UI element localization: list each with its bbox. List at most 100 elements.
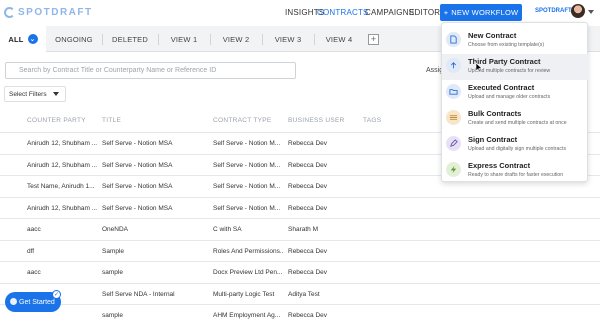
new-workflow-button[interactable]: + NEW WORKFLOW <box>440 4 522 21</box>
bolt-icon <box>446 162 461 177</box>
cell-title: Sample <box>102 247 125 255</box>
tab-ongoing[interactable]: ONGOING <box>46 26 102 52</box>
new-workflow-menu: New Contract Choose from existing templat… <box>441 22 589 184</box>
table-row[interactable]: dff Sample Roles And Permissions... Rebecca… <box>0 241 600 262</box>
column-header-business-user[interactable]: BUSINESS USER <box>288 117 358 124</box>
stack-icon <box>446 110 461 125</box>
column-header-title[interactable]: TITLE <box>102 117 210 124</box>
cell-contract-type: Self Serve - Notion M... <box>213 161 281 169</box>
logo[interactable]: SPOTDRAFT <box>4 7 93 18</box>
mouse-cursor-icon <box>475 62 483 73</box>
select-filters-dropdown[interactable]: Select Filters <box>4 86 66 102</box>
column-header-counter-party[interactable]: COUNTER PARTY <box>27 117 97 124</box>
logo-icon <box>4 7 15 18</box>
nav-editor[interactable]: EDITOR <box>409 8 440 17</box>
menu-item-subtitle: Create and send multiple contracts at on… <box>468 120 567 126</box>
nav-campaigns[interactable]: CAMPAIGNS <box>365 8 414 17</box>
search-placeholder: Search by Contract Title or Counterparty… <box>19 67 217 74</box>
cell-business-user: Rebecca Dev <box>288 183 328 190</box>
column-header-tags[interactable]: TAGS <box>363 117 423 124</box>
cell-contract-type: C with SA <box>213 226 242 233</box>
caret-down-icon <box>52 92 59 96</box>
tab-view-4[interactable]: VIEW 4 <box>314 26 364 52</box>
menu-item-subtitle: Choose from existing template(s) <box>468 42 545 48</box>
table-row[interactable]: sample AHM Employment Ag... Rebecca Dev <box>0 305 600 323</box>
menu-item-title: Executed Contract <box>468 83 535 92</box>
get-started-label: Get Started <box>19 298 55 306</box>
cell-business-user: Rebecca Dev <box>288 247 328 255</box>
cell-business-user: Rebecca Dev <box>288 140 328 147</box>
select-filters-label: Select Filters <box>9 90 47 98</box>
org-logo: SPOTDRAFT <box>535 8 572 14</box>
menu-item-title: Express Contract <box>468 161 531 170</box>
cell-title: sample <box>102 269 123 276</box>
tab-deleted-label: DELETED <box>112 34 148 44</box>
menu-item-bulk-contracts[interactable]: Bulk Contracts Create and send multiple c… <box>442 106 589 132</box>
menu-item-subtitle: Ready to share drafts for faster executi… <box>468 172 564 178</box>
tab-all[interactable]: ALL ⌄ <box>0 26 46 52</box>
cell-counter-party: aacc <box>27 269 41 276</box>
cell-business-user: Rebecca Dev <box>288 204 328 212</box>
pen-icon <box>446 136 461 151</box>
plus-icon: + <box>443 8 449 17</box>
cell-title: OneNDA <box>102 226 129 233</box>
tab-view-1[interactable]: VIEW 1 <box>158 26 210 52</box>
menu-item-third-party-contract[interactable]: Third Party Contract Upload multiple cont… <box>442 54 589 80</box>
cell-title: Self Serve - Notion MSA <box>102 140 173 147</box>
cell-business-user: Aditya Test <box>288 290 320 298</box>
cell-counter-party: Anirudh 12, Shubham ... <box>27 204 97 212</box>
menu-item-title: Sign Contract <box>468 135 518 144</box>
cell-counter-party: dff <box>27 247 35 255</box>
tab-view-2-label: VIEW 2 <box>222 34 250 44</box>
cell-title: Self Serve - Notion MSA <box>102 183 173 190</box>
table-row[interactable]: Anirudh 12, Shubham ... Self Serve - Noti… <box>0 198 600 219</box>
cell-contract-type: Docx Preview Ltd Pen... <box>213 269 283 276</box>
menu-item-executed-contract[interactable]: Executed Contract Upload and manage older… <box>442 80 589 106</box>
menu-item-new-contract[interactable]: New Contract Choose from existing templat… <box>442 28 589 54</box>
cell-counter-party: aacc <box>27 226 41 233</box>
cell-counter-party: Anirudh 12, Shubham ... <box>27 161 97 169</box>
tab-ongoing-label: ONGOING <box>55 34 93 44</box>
table-row[interactable]: aaaSelf Serve NDA - InternalMulti-party … <box>0 284 600 305</box>
tab-view-4-label: VIEW 4 <box>325 34 353 44</box>
folder-icon <box>446 84 461 99</box>
new-workflow-label: NEW WORKFLOW <box>451 8 519 17</box>
tab-view-1-label: VIEW 1 <box>170 34 198 44</box>
cell-contract-type: Self Serve - Notion M... <box>213 204 281 212</box>
cell-title: Self Serve - Notion MSA <box>102 161 173 169</box>
cell-contract-type: Roles And Permissions... <box>213 247 283 255</box>
table-row[interactable]: aacc OneNDA C with SA Sharath M <box>0 219 600 241</box>
upload-icon <box>446 58 461 73</box>
tab-view-2[interactable]: VIEW 2 <box>210 26 262 52</box>
avatar[interactable] <box>571 4 585 18</box>
document-icon <box>446 32 461 47</box>
menu-item-sign-contract[interactable]: Sign Contract Upload and digitally sign m… <box>442 132 589 158</box>
chevron-down-icon[interactable]: ⌄ <box>27 34 38 44</box>
cell-business-user: Sharath M <box>288 226 318 233</box>
cell-counter-party: Test Name, Anirudh 1... <box>27 183 95 190</box>
chevron-down-icon[interactable] <box>588 10 594 14</box>
menu-item-express-contract[interactable]: Express Contract Ready to share drafts fo… <box>442 158 589 184</box>
cell-contract-type: AHM Employment Ag... <box>213 312 281 319</box>
tab-deleted[interactable]: DELETED <box>102 26 158 52</box>
menu-item-title: Bulk Contracts <box>468 109 522 118</box>
cell-business-user: Rebecca Dev <box>288 269 328 276</box>
cell-counter-party: Anirudh 12, Shubham ... <box>27 140 97 147</box>
menu-item-subtitle: Upload and digitally sign multiple contr… <box>468 146 567 152</box>
cell-title: Self Serve NDA - Internal <box>102 290 175 298</box>
column-header-contract-type[interactable]: CONTRACT TYPE <box>213 117 283 124</box>
add-view-button[interactable]: + <box>368 34 379 45</box>
table-row[interactable]: aacc sample Docx Preview Ltd Pen... Rebecca… <box>0 262 600 284</box>
tab-view-3[interactable]: VIEW 3 <box>262 26 314 52</box>
cell-business-user: Rebecca Dev <box>288 161 328 169</box>
tab-all-label: ALL <box>8 34 24 44</box>
menu-item-title: New Contract <box>468 31 517 40</box>
cell-title: sample <box>102 312 123 319</box>
cell-contract-type: Self Serve - Notion M... <box>213 183 281 190</box>
help-icon <box>10 298 17 305</box>
cell-business-user: Rebecca Dev <box>288 312 328 319</box>
menu-item-subtitle: Upload and manage older contracts <box>468 94 551 100</box>
nav-contracts[interactable]: CONTRACTS <box>317 8 369 17</box>
search-input[interactable]: Search by Contract Title or Counterparty… <box>5 62 296 79</box>
check-icon: ✓ <box>52 290 61 299</box>
